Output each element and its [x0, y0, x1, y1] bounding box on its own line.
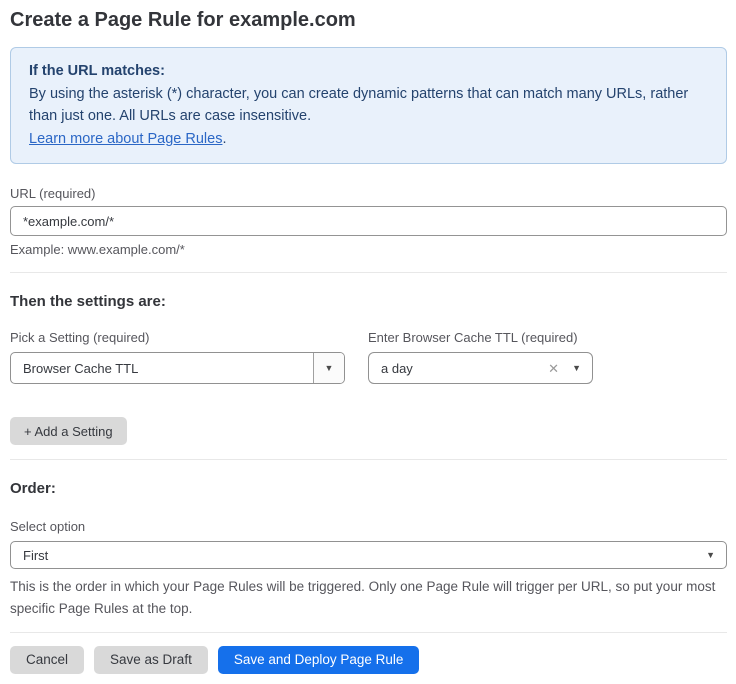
chevron-down-icon: ▼ — [325, 364, 334, 373]
info-box-link-line: Learn more about Page Rules. — [29, 128, 708, 151]
pick-setting-select[interactable]: Browser Cache TTL ▼ — [10, 352, 345, 384]
settings-section-heading: Then the settings are: — [10, 293, 727, 310]
order-select[interactable]: First ▼ — [10, 541, 727, 569]
url-match-info-box: If the URL matches: By using the asteris… — [10, 47, 727, 164]
divider — [10, 632, 727, 633]
clear-icon[interactable]: ✕ — [548, 362, 559, 375]
order-select-value: First — [11, 548, 706, 563]
page-title: Create a Page Rule for example.com — [10, 8, 727, 32]
chevron-down-icon: ▼ — [706, 551, 715, 560]
cancel-button[interactable]: Cancel — [10, 646, 84, 674]
info-box-body: By using the asterisk (*) character, you… — [29, 83, 708, 128]
order-section-heading: Order: — [10, 480, 727, 497]
settings-row: Pick a Setting (required) Browser Cache … — [10, 330, 727, 384]
url-field-label: URL (required) — [10, 186, 727, 201]
order-select-label: Select option — [10, 519, 727, 534]
create-page-rule-form: Create a Page Rule for example.com If th… — [0, 8, 736, 674]
url-example-text: Example: www.example.com/* — [10, 242, 727, 257]
add-setting-button[interactable]: + Add a Setting — [10, 417, 127, 445]
pick-setting-label: Pick a Setting (required) — [10, 330, 345, 345]
divider — [10, 459, 727, 460]
order-help-text: This is the order in which your Page Rul… — [10, 576, 727, 619]
info-box-heading: If the URL matches: — [29, 60, 708, 83]
chevron-down-icon: ▼ — [572, 364, 581, 373]
ttl-value: a day — [369, 361, 548, 376]
save-and-deploy-button[interactable]: Save and Deploy Page Rule — [218, 646, 420, 674]
save-as-draft-button[interactable]: Save as Draft — [94, 646, 208, 674]
ttl-select[interactable]: a day ✕ ▼ — [368, 352, 593, 384]
select-caret-box: ▼ — [313, 353, 344, 383]
pick-setting-column: Pick a Setting (required) Browser Cache … — [10, 330, 345, 384]
divider — [10, 272, 727, 273]
footer-actions: Cancel Save as Draft Save and Deploy Pag… — [10, 646, 727, 674]
link-suffix: . — [222, 131, 226, 147]
ttl-label: Enter Browser Cache TTL (required) — [368, 330, 593, 345]
learn-more-link[interactable]: Learn more about Page Rules — [29, 131, 222, 147]
pick-setting-value: Browser Cache TTL — [11, 361, 313, 376]
ttl-column: Enter Browser Cache TTL (required) a day… — [368, 330, 593, 384]
url-input[interactable] — [10, 206, 727, 236]
